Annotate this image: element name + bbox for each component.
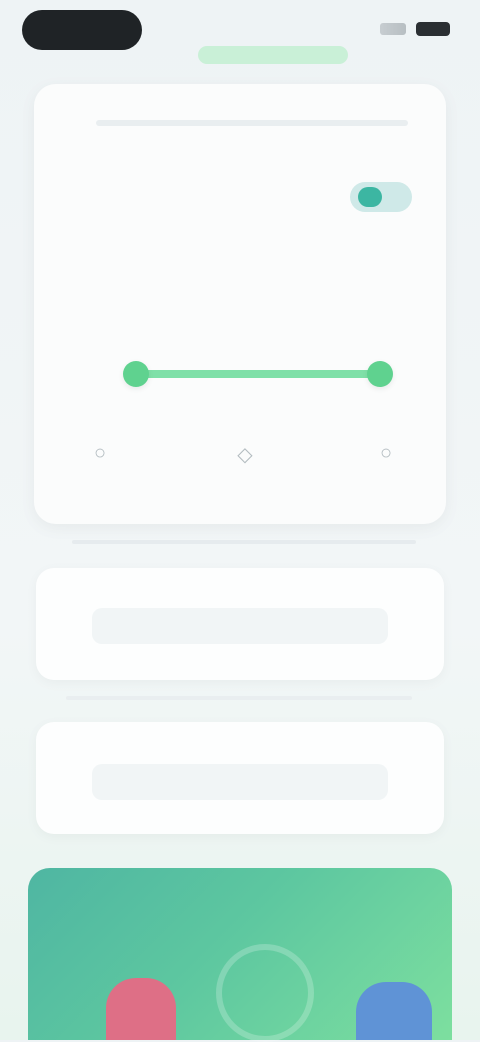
toggle-knob xyxy=(358,187,382,207)
setting-toggle[interactable] xyxy=(350,182,412,212)
range-slider[interactable] xyxy=(123,361,393,387)
range-slider-start-handle[interactable] xyxy=(123,361,149,387)
status-icons xyxy=(380,22,450,36)
battery-icon xyxy=(416,22,450,36)
panel-b-input[interactable] xyxy=(92,764,388,800)
right-action-icon: ○ xyxy=(379,442,393,464)
range-slider-end-handle[interactable] xyxy=(367,361,393,387)
action-icon-row: ○ ◇ ○ xyxy=(70,442,410,502)
promo-blue-shape xyxy=(356,982,432,1040)
status-pill xyxy=(198,46,348,64)
center-action-icon: ◇ xyxy=(237,444,253,466)
time-pill xyxy=(22,10,142,50)
panel-a xyxy=(36,568,444,680)
left-action-button[interactable]: ○ xyxy=(70,442,130,502)
signal-icon xyxy=(380,23,406,35)
right-action-button[interactable]: ○ xyxy=(356,442,416,502)
panel-a-input[interactable] xyxy=(92,608,388,644)
center-action-button[interactable]: ◇ xyxy=(215,442,275,502)
left-action-icon: ○ xyxy=(93,442,107,464)
panel-b xyxy=(36,722,444,834)
section-divider xyxy=(66,696,412,700)
promo-circle xyxy=(216,944,314,1042)
promo-banner[interactable] xyxy=(28,868,452,1042)
promo-pink-shape xyxy=(106,978,176,1040)
card-title xyxy=(60,112,420,128)
setting-row-description xyxy=(58,202,273,222)
app-screen: ○ ◇ ○ xyxy=(0,0,480,1042)
status-bar xyxy=(0,0,480,64)
range-slider-fill xyxy=(132,370,384,378)
section-divider xyxy=(72,540,416,544)
